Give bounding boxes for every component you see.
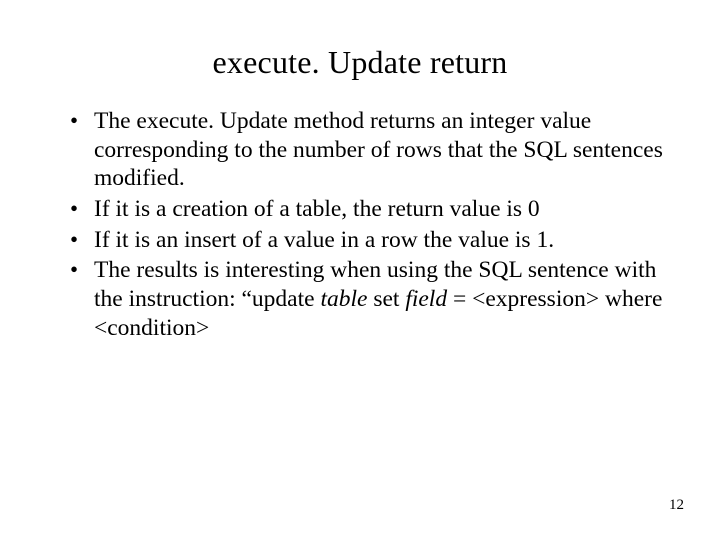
bullet-text: If it is an insert of a value in a row t… <box>94 227 554 253</box>
slide: execute. Update return The execute. Upda… <box>0 0 720 540</box>
list-item: If it is a creation of a table, the retu… <box>64 195 664 224</box>
bullet-text-italic: field <box>405 286 447 312</box>
list-item: The results is interesting when using th… <box>64 256 664 342</box>
list-item: If it is an insert of a value in a row t… <box>64 226 664 255</box>
page-number: 12 <box>669 497 684 514</box>
bullet-text: The execute. Update method returns an in… <box>94 108 663 191</box>
list-item: The execute. Update method returns an in… <box>64 107 664 193</box>
slide-title: execute. Update return <box>56 44 664 81</box>
bullet-text-italic: table <box>320 286 367 312</box>
bullet-list: The execute. Update method returns an in… <box>56 107 664 342</box>
bullet-text-mid: set <box>367 286 405 312</box>
bullet-text: If it is a creation of a table, the retu… <box>94 196 540 222</box>
